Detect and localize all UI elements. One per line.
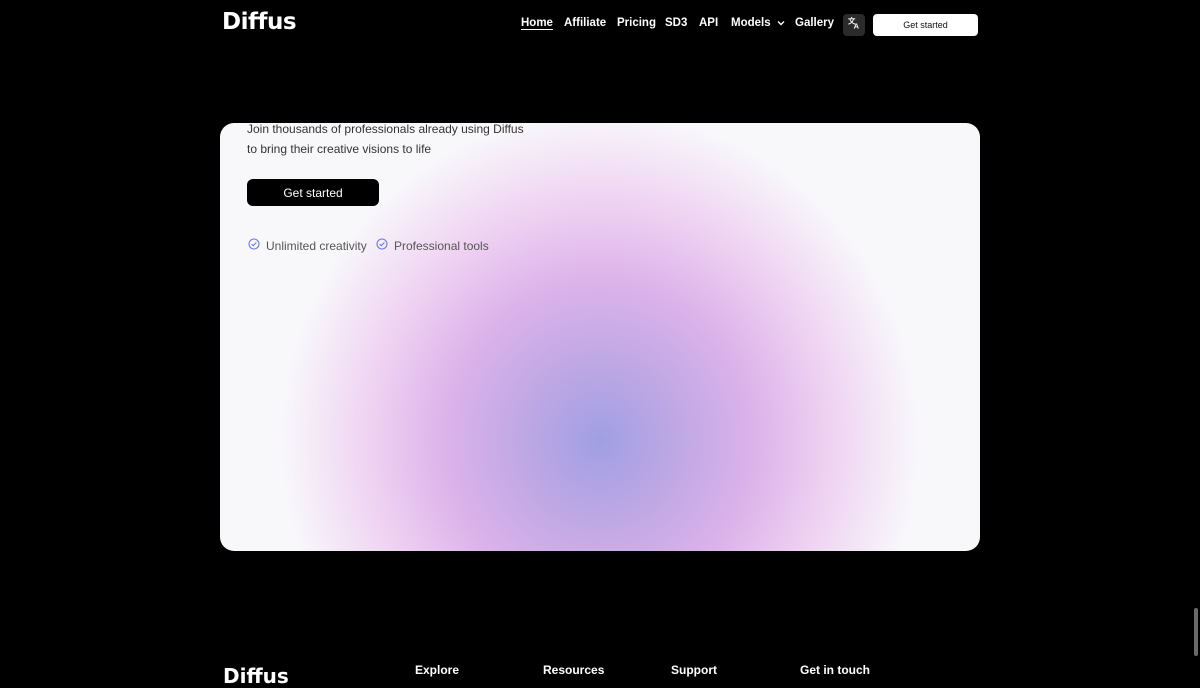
page-scrollbar[interactable] <box>1194 608 1198 656</box>
nav-home[interactable]: Home <box>521 17 553 33</box>
nav-pricing[interactable]: Pricing <box>617 17 656 33</box>
check-circle-icon <box>376 238 388 253</box>
hero-subtitle-line1: Join thousands of professionals already … <box>247 123 524 136</box>
nav-api[interactable]: API <box>699 17 718 33</box>
nav-gallery[interactable]: Gallery <box>795 17 834 33</box>
language-button[interactable]: 文 A <box>843 14 865 36</box>
nav-affiliate[interactable]: Affiliate <box>564 17 606 33</box>
nav-models-label: Models <box>731 17 771 30</box>
nav-sd3[interactable]: SD3 <box>665 17 687 33</box>
hero-subtitle: Join thousands of professionals already … <box>247 123 547 159</box>
hero-get-started-button[interactable]: Get started <box>247 179 379 206</box>
svg-text:A: A <box>853 22 859 29</box>
header-get-started-button[interactable]: Get started <box>873 14 978 36</box>
feature-label: Unlimited creativity <box>266 238 367 253</box>
hero-card: Join thousands of professionals already … <box>220 123 980 551</box>
hero-subtitle-line2: to bring their creative visions to life <box>247 142 432 156</box>
footer-logo[interactable]: Diffus <box>223 664 289 688</box>
feature-professional-tools: Professional tools <box>376 238 489 253</box>
chevron-down-icon <box>777 17 785 29</box>
translate-icon: 文 A <box>848 15 861 34</box>
feature-label: Professional tools <box>394 238 489 253</box>
feature-unlimited-creativity: Unlimited creativity <box>248 238 367 253</box>
nav-models-dropdown[interactable]: Models <box>731 17 785 33</box>
check-circle-icon <box>248 238 260 253</box>
brand-logo[interactable]: Diffus <box>222 9 297 35</box>
